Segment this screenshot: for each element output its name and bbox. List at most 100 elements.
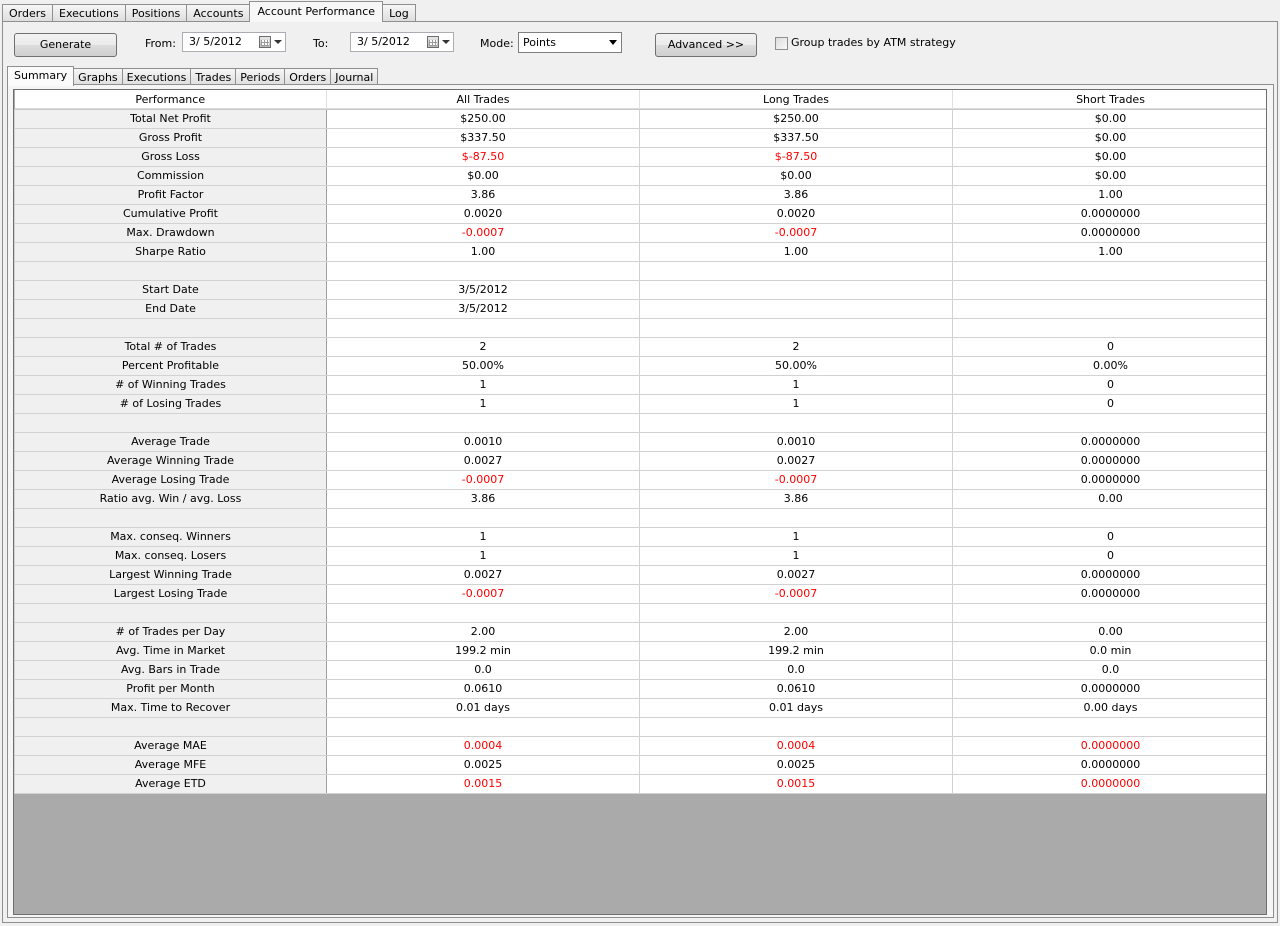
performance-label: # of Winning Trades <box>14 374 327 395</box>
table-row[interactable]: Profit per Month 0.0610 0.0610 0.0000000 <box>14 678 1266 699</box>
table-row[interactable] <box>14 602 1266 623</box>
tab-accounts[interactable]: Accounts <box>186 4 251 22</box>
chevron-down-icon[interactable] <box>442 40 450 44</box>
tab-log[interactable]: Log <box>382 4 416 22</box>
table-row[interactable]: Gross Profit $337.50 $337.50 $0.00 <box>14 127 1266 148</box>
long-trades-value: 0.0025 <box>639 754 953 775</box>
table-row[interactable]: Max. conseq. Losers 1 1 0 <box>14 545 1266 566</box>
all-trades-value: $-87.50 <box>326 146 640 167</box>
group-trades-label[interactable]: Group trades by ATM strategy <box>791 36 956 50</box>
table-row[interactable]: Average Trade 0.0010 0.0010 0.0000000 <box>14 431 1266 452</box>
all-trades-value <box>326 507 640 528</box>
table-row[interactable]: Gross Loss $-87.50 $-87.50 $0.00 <box>14 146 1266 167</box>
calendar-icon[interactable] <box>427 36 439 48</box>
short-trades-value <box>952 260 1266 281</box>
table-row[interactable]: Average MFE 0.0025 0.0025 0.0000000 <box>14 754 1266 775</box>
table-row[interactable]: Percent Profitable 50.00% 50.00% 0.00% <box>14 355 1266 376</box>
all-trades-value: 0.0027 <box>326 450 640 471</box>
all-trades-value: $0.00 <box>326 165 640 186</box>
table-row[interactable]: Total Net Profit $250.00 $250.00 $0.00 <box>14 108 1266 129</box>
all-trades-value: 50.00% <box>326 355 640 376</box>
long-trades-value <box>639 412 953 433</box>
table-row[interactable] <box>14 317 1266 338</box>
table-row[interactable]: Average Losing Trade -0.0007 -0.0007 0.0000… <box>14 469 1266 490</box>
short-trades-value <box>952 298 1266 319</box>
performance-label: Average Trade <box>14 431 327 452</box>
tab-executions[interactable]: Executions <box>52 4 126 22</box>
table-row[interactable]: # of Winning Trades 1 1 0 <box>14 374 1266 395</box>
long-trades-value: 1.00 <box>639 241 953 262</box>
performance-label: Commission <box>14 165 327 186</box>
column-header-performance[interactable]: Performance <box>14 90 327 110</box>
performance-label: Average MFE <box>14 754 327 775</box>
performance-label: Largest Winning Trade <box>14 564 327 585</box>
long-trades-value: -0.0007 <box>639 222 953 243</box>
table-row[interactable]: Average ETD 0.0015 0.0015 0.0000000 <box>14 773 1266 794</box>
to-date-picker[interactable]: 3/ 5/2012 <box>350 32 454 52</box>
column-header-all-trades[interactable]: All Trades <box>326 90 640 110</box>
all-trades-value: 0.01 days <box>326 697 640 718</box>
generate-button[interactable]: Generate <box>14 33 117 57</box>
table-row[interactable]: Max. conseq. Winners 1 1 0 <box>14 526 1266 547</box>
column-header-long-trades[interactable]: Long Trades <box>639 90 953 110</box>
mode-value: Points <box>523 36 557 49</box>
performance-label <box>14 412 327 433</box>
table-row[interactable]: Start Date 3/5/2012 <box>14 279 1266 300</box>
table-row[interactable]: Avg. Bars in Trade 0.0 0.0 0.0 <box>14 659 1266 680</box>
table-row[interactable]: End Date 3/5/2012 <box>14 298 1266 319</box>
long-trades-value <box>639 716 953 737</box>
all-trades-value <box>326 716 640 737</box>
performance-label: Total Net Profit <box>14 108 327 129</box>
calendar-icon[interactable] <box>259 36 271 48</box>
long-trades-value: 2.00 <box>639 621 953 642</box>
performance-label: Max. conseq. Losers <box>14 545 327 566</box>
table-row[interactable]: Average MAE 0.0004 0.0004 0.0000000 <box>14 735 1266 756</box>
short-trades-value: 0 <box>952 336 1266 357</box>
table-row[interactable]: Sharpe Ratio 1.00 1.00 1.00 <box>14 241 1266 262</box>
all-trades-value: 0.0027 <box>326 564 640 585</box>
all-trades-value: 0.0020 <box>326 203 640 224</box>
table-row[interactable]: Cumulative Profit 0.0020 0.0020 0.0000000 <box>14 203 1266 224</box>
performance-grid[interactable]: Performance All Trades Long Trades Short… <box>13 89 1267 915</box>
performance-label <box>14 716 327 737</box>
long-trades-value: 0.0610 <box>639 678 953 699</box>
tab-orders[interactable]: Orders <box>2 4 53 22</box>
table-row[interactable] <box>14 507 1266 528</box>
table-row[interactable]: Max. Time to Recover 0.01 days 0.01 days 0.… <box>14 697 1266 718</box>
table-row[interactable] <box>14 412 1266 433</box>
mode-select[interactable]: Points <box>518 32 622 53</box>
table-row[interactable]: Average Winning Trade 0.0027 0.0027 0.00000… <box>14 450 1266 471</box>
performance-label: Sharpe Ratio <box>14 241 327 262</box>
from-date-picker[interactable]: 3/ 5/2012 <box>182 32 286 52</box>
table-row[interactable] <box>14 716 1266 737</box>
short-trades-value: $0.00 <box>952 108 1266 129</box>
table-row[interactable]: # of Trades per Day 2.00 2.00 0.00 <box>14 621 1266 642</box>
table-row[interactable]: Avg. Time in Market 199.2 min 199.2 min 0.0… <box>14 640 1266 661</box>
tab-account-performance[interactable]: Account Performance <box>249 1 384 22</box>
table-row[interactable] <box>14 260 1266 281</box>
all-trades-value: -0.0007 <box>326 583 640 604</box>
long-trades-value: 50.00% <box>639 355 953 376</box>
advanced-button[interactable]: Advanced >> <box>655 33 757 57</box>
table-row[interactable]: Profit Factor 3.86 3.86 1.00 <box>14 184 1266 205</box>
short-trades-value: 0.00% <box>952 355 1266 376</box>
subtab-summary[interactable]: Summary <box>7 66 75 86</box>
table-row[interactable]: Commission $0.00 $0.00 $0.00 <box>14 165 1266 186</box>
performance-label: Largest Losing Trade <box>14 583 327 604</box>
table-row[interactable]: Largest Losing Trade -0.0007 -0.0007 0.0000… <box>14 583 1266 604</box>
table-row[interactable]: Total # of Trades 2 2 0 <box>14 336 1266 357</box>
long-trades-value: 1 <box>639 374 953 395</box>
tab-positions[interactable]: Positions <box>124 4 188 22</box>
all-trades-value: -0.0007 <box>326 222 640 243</box>
table-row[interactable]: # of Losing Trades 1 1 0 <box>14 393 1266 414</box>
short-trades-value: 0 <box>952 393 1266 414</box>
table-row[interactable]: Largest Winning Trade 0.0027 0.0027 0.00000… <box>14 564 1266 585</box>
group-trades-checkbox[interactable] <box>775 37 788 50</box>
column-header-short-trades[interactable]: Short Trades <box>952 90 1266 110</box>
short-trades-value <box>952 412 1266 433</box>
all-trades-value: 0.0015 <box>326 773 640 794</box>
table-row[interactable]: Max. Drawdown -0.0007 -0.0007 0.0000000 <box>14 222 1266 243</box>
chevron-down-icon[interactable] <box>274 40 282 44</box>
short-trades-value: 0.0000000 <box>952 773 1266 794</box>
table-row[interactable]: Ratio avg. Win / avg. Loss 3.86 3.86 0.00 <box>14 488 1266 509</box>
